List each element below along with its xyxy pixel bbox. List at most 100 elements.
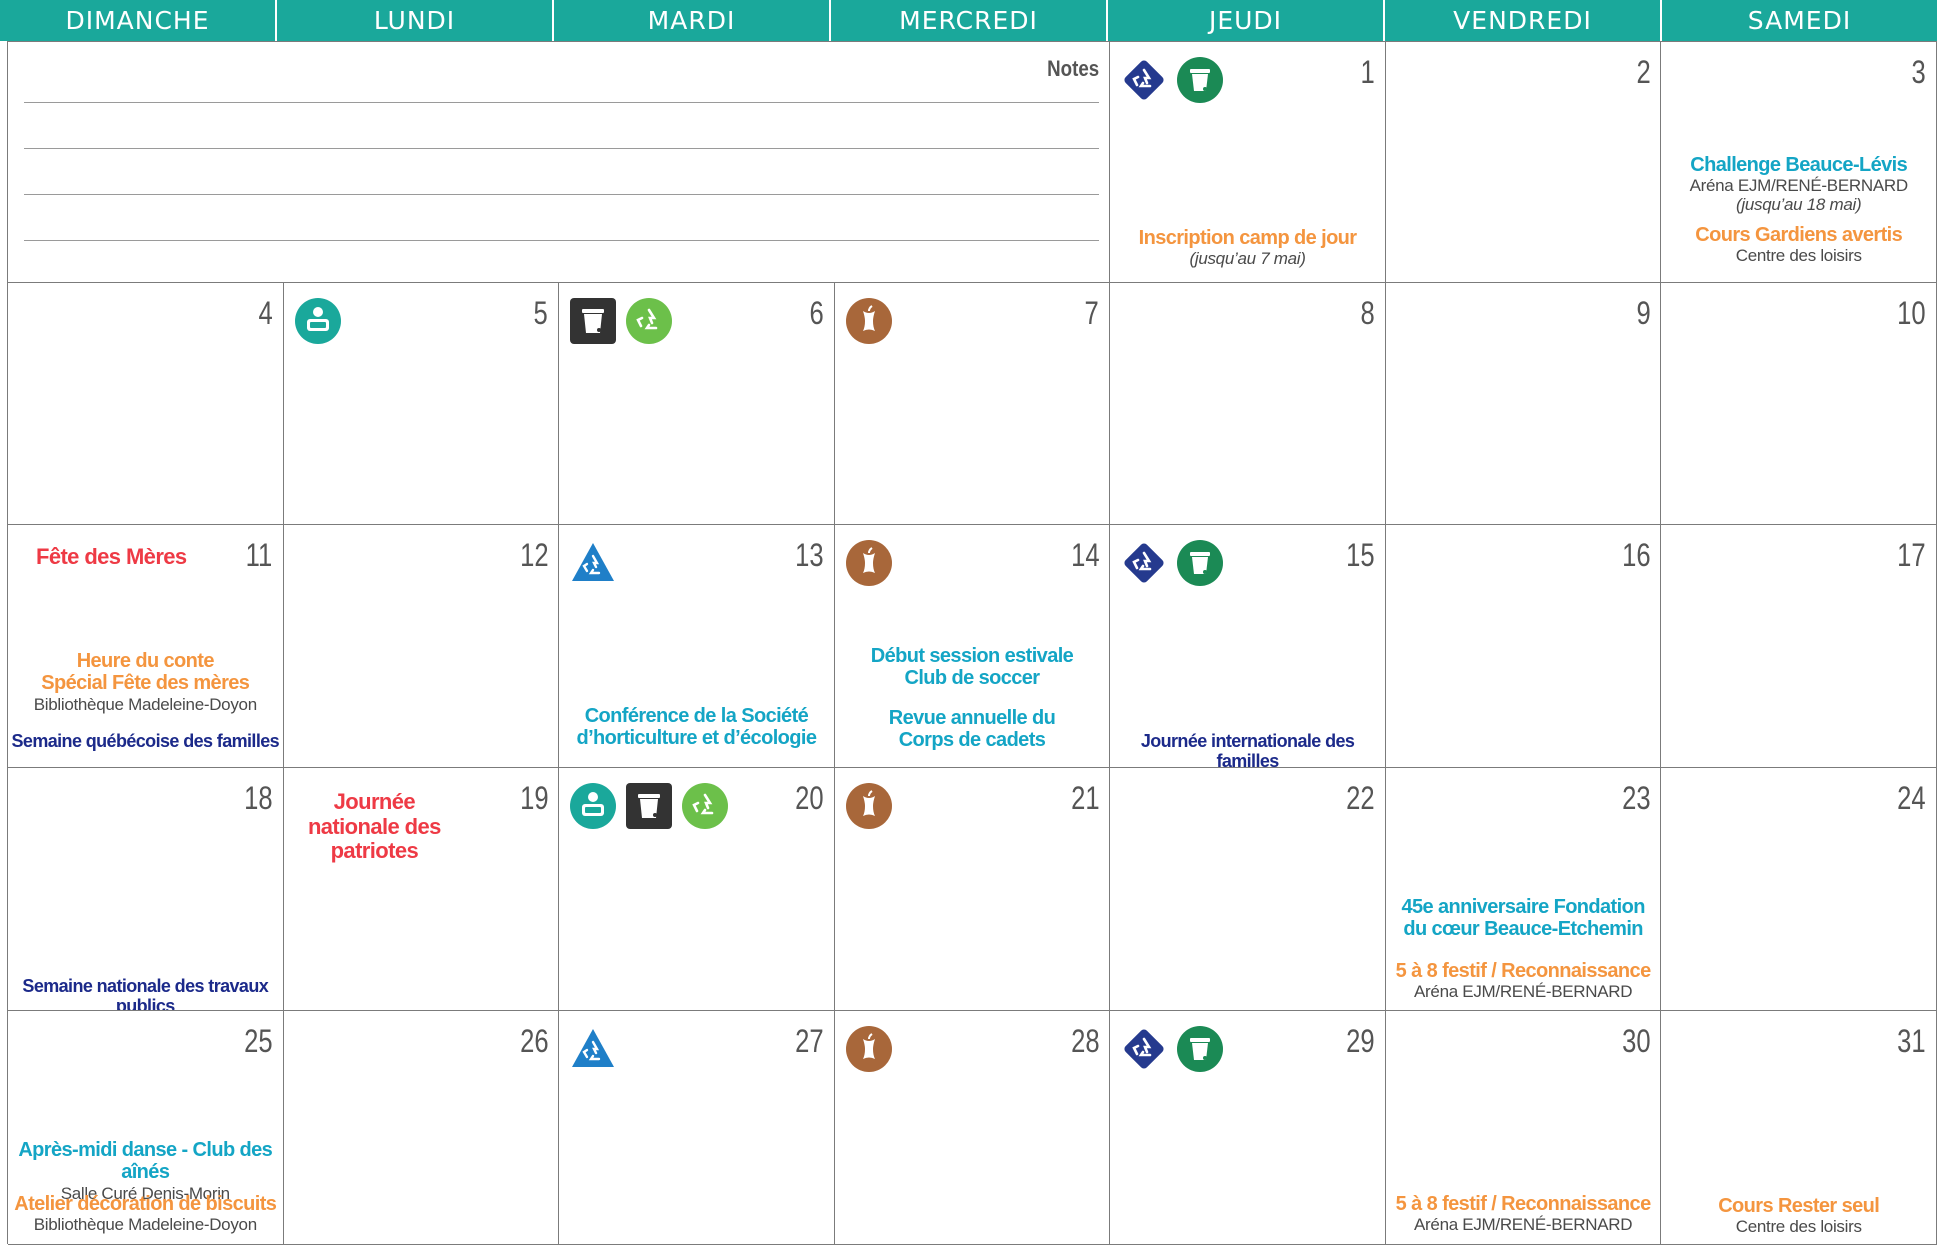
- day-cell[interactable]: 4: [8, 283, 284, 525]
- notes-line: [24, 240, 1100, 241]
- garbage-bin-green-icon: [1176, 539, 1224, 587]
- day-cell[interactable]: 1 Inscription camp de jour (jusqu’au 7 mai…: [1110, 42, 1386, 283]
- compost-apple-icon: [845, 1025, 893, 1073]
- event-text: Inscription camp de jour: [1138, 227, 1357, 249]
- day-number: 29: [1346, 1023, 1375, 1059]
- day-cell[interactable]: 24: [1661, 768, 1937, 1011]
- event-text: d’horticulture et d’écologie: [576, 727, 817, 750]
- event-text: du cœur Beauce-Etchemin: [1403, 918, 1643, 941]
- weekday-tuesday: MARDI: [554, 0, 831, 41]
- day-cell[interactable]: 30 5 à 8 festif / Reconnaissance Aréna EJM…: [1385, 1011, 1662, 1245]
- day-cell[interactable]: 10: [1661, 283, 1937, 525]
- day-number: 30: [1621, 1023, 1651, 1059]
- event-text: (jusqu’au 18 mai): [1736, 195, 1862, 215]
- collection-icons: [845, 782, 893, 830]
- compost-apple-icon: [845, 297, 893, 345]
- event-text: Après-midi danse - Club des aînés: [18, 1139, 273, 1184]
- day-cell[interactable]: 2: [1385, 42, 1662, 283]
- day-number: 27: [795, 1023, 824, 1059]
- day-number: 12: [519, 537, 549, 573]
- day-cell[interactable]: 27: [559, 1011, 835, 1245]
- notes-label: Notes: [1047, 56, 1100, 81]
- day-cell[interactable]: 20: [559, 768, 835, 1011]
- collection-icons: [569, 539, 617, 587]
- day-number: 24: [1897, 780, 1926, 816]
- notes-area[interactable]: Notes: [8, 42, 1111, 283]
- day-number: 19: [519, 780, 549, 816]
- event-entry: Cours Rester seul Centre des loisirs: [1663, 1195, 1934, 1236]
- day-number: 8: [1360, 295, 1375, 331]
- notes-line: [24, 102, 1100, 103]
- garbage-bin-dark-icon: [625, 782, 673, 830]
- event-text: 45e anniversaire Fondation: [1401, 896, 1645, 918]
- event-entry: Inscription camp de jour (jusqu’au 7 mai): [1112, 227, 1383, 268]
- day-number: 10: [1897, 295, 1926, 331]
- day-number: 17: [1897, 537, 1926, 573]
- weekday-thursday: JEUDI: [1108, 0, 1385, 41]
- event-text: Challenge Beauce-Lévis: [1690, 154, 1908, 176]
- day-cell[interactable]: 9: [1385, 283, 1662, 525]
- recycling-green-icon: [625, 297, 673, 345]
- event-text: Spécial Fête des mères: [41, 672, 250, 695]
- event-entry: Heure du conte Spécial Fête des mères Bibl…: [10, 650, 281, 714]
- recycling-triangle-icon: [569, 1025, 617, 1073]
- day-cell[interactable]: 6: [559, 283, 835, 525]
- day-cell[interactable]: 31 Cours Rester seul Centre des loisirs: [1661, 1011, 1937, 1245]
- day-cell[interactable]: 18 Semaine nationale des travaux publics: [8, 768, 284, 1011]
- collection-icons: [845, 297, 893, 345]
- day-cell[interactable]: 3 Challenge Beauce-Lévis Aréna EJM/RENÉ-BE…: [1661, 42, 1937, 283]
- day-cell[interactable]: 13 Conférence de la Société d’horticulture…: [559, 525, 835, 768]
- day-cell[interactable]: 29: [1110, 1011, 1386, 1245]
- day-number: 25: [244, 1023, 273, 1059]
- event-entry: Semaine nationale des travaux publics: [10, 976, 281, 1010]
- day-cell[interactable]: 21: [834, 768, 1111, 1011]
- recycling-diamond-icon: [1120, 539, 1168, 587]
- day-number: 4: [258, 295, 273, 331]
- collection-icons: [1120, 539, 1224, 587]
- event-text: Semaine québécoise des familles: [11, 731, 280, 751]
- day-number: 9: [1636, 295, 1651, 331]
- event-entry: 5 à 8 festif / Reconnaissance Aréna EJM/R…: [1388, 960, 1659, 1001]
- collection-icons: [1120, 1025, 1224, 1073]
- collection-icons: [569, 1025, 617, 1073]
- event-text: Aréna EJM/RENÉ-BERNARD: [1414, 982, 1633, 1002]
- collection-icons: [1120, 56, 1224, 104]
- day-number: 23: [1621, 780, 1651, 816]
- day-cell[interactable]: 12: [283, 525, 560, 768]
- day-cell[interactable]: 8: [1110, 283, 1386, 525]
- day-number: 28: [1070, 1023, 1100, 1059]
- day-number: 31: [1897, 1023, 1926, 1059]
- compost-apple-icon: [845, 539, 893, 587]
- event-text: Revue annuelle du: [888, 707, 1056, 729]
- day-cell[interactable]: 7: [834, 283, 1111, 525]
- day-cell[interactable]: 26: [283, 1011, 560, 1245]
- event-text: Aréna EJM/RENÉ-BERNARD: [1689, 176, 1909, 196]
- compost-apple-icon: [845, 782, 893, 830]
- day-number: 15: [1346, 537, 1375, 573]
- day-cell[interactable]: 5: [283, 283, 560, 525]
- collection-icons: [569, 782, 729, 830]
- day-number: 3: [1911, 54, 1926, 90]
- event-entry: Revue annuelle du Corps de cadets: [837, 707, 1108, 752]
- day-cell[interactable]: 22: [1110, 768, 1386, 1011]
- day-cell[interactable]: 16: [1385, 525, 1662, 768]
- day-number: 16: [1621, 537, 1651, 573]
- day-cell[interactable]: 11 Fête des Mères Heure du conte Spécial Fê…: [8, 525, 284, 768]
- event-entry: Cours Gardiens avertis Centre des loisirs: [1663, 224, 1934, 265]
- garbage-bin-green-icon: [1176, 1025, 1224, 1073]
- holiday-title: Fête des Mères: [35, 544, 187, 569]
- day-cell[interactable]: 15 Journée internationale des familles: [1110, 525, 1386, 768]
- day-cell[interactable]: 19 Journée nationale des patriotes: [283, 768, 560, 1011]
- day-cell[interactable]: 14 Début session estivale Club de soccer Re…: [834, 525, 1111, 768]
- event-text: Aréna EJM/RENÉ-BERNARD: [1414, 1215, 1633, 1235]
- day-cell[interactable]: 28: [834, 1011, 1111, 1245]
- day-cell[interactable]: 25 Après-midi danse - Club des aînés Salle…: [8, 1011, 284, 1245]
- event-text: Journée internationale des familles: [1140, 731, 1355, 768]
- garbage-bin-dark-icon: [569, 297, 617, 345]
- day-cell[interactable]: 23 45e anniversaire Fondation du cœur Beau…: [1385, 768, 1662, 1011]
- event-text: Conférence de la Société: [584, 705, 809, 727]
- recycling-triangle-icon: [569, 539, 617, 587]
- holiday-title: Journée nationale des patriotes: [307, 789, 441, 864]
- day-cell[interactable]: 17: [1661, 525, 1937, 768]
- event-text: (jusqu’au 7 mai): [1189, 249, 1306, 269]
